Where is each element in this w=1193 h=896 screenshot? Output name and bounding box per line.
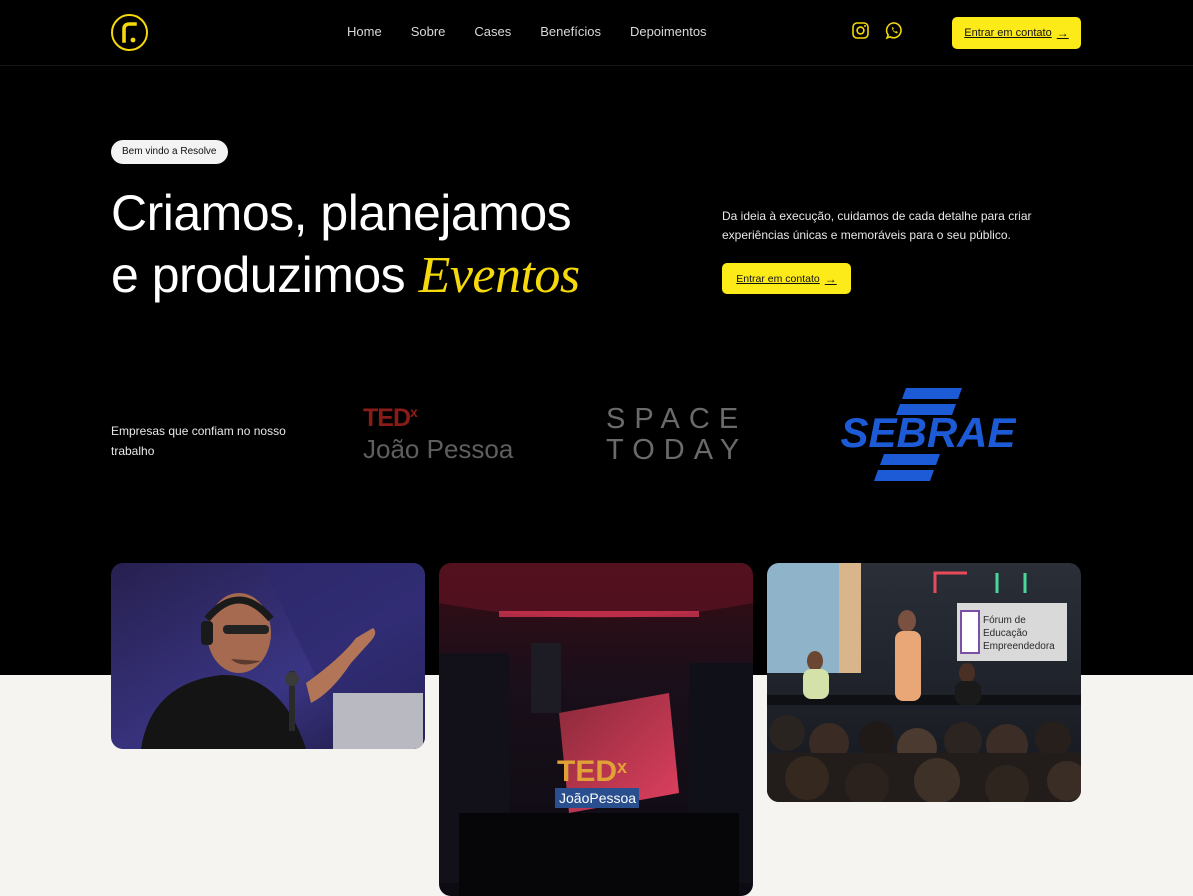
tedx-wordmark: TEDx <box>363 404 418 432</box>
nav-depoimentos[interactable]: Depoimentos <box>630 24 707 39</box>
header-contact-label: Entrar em contato <box>964 27 1052 39</box>
social-links <box>851 21 904 40</box>
arrow-right-icon: → <box>824 271 837 286</box>
hero-title: Criamos, planejamos e produzimos Eventos <box>111 182 580 307</box>
photo-forum-panel: Fórum de Educação Empreendedora <box>767 563 1081 802</box>
site-header: Home Sobre Cases Benefícios Depoimentos <box>0 0 1193 66</box>
stage-sign-city: JoãoPessoa <box>559 790 636 806</box>
welcome-badge: Bem vindo a Resolve <box>111 140 228 164</box>
hero-description: Da ideia à execução, cuidamos de cada de… <box>722 209 1032 242</box>
landing-page: Home Sobre Cases Benefícios Depoimentos <box>0 0 1193 896</box>
nav-sobre[interactable]: Sobre <box>411 24 446 39</box>
forum-banner-line1: Fórum de <box>983 615 1026 626</box>
hero-title-line2: e produzimos <box>111 247 406 303</box>
clients-label: Empresas que confiam no nosso trabalho <box>111 424 286 458</box>
tedx-city: João Pessoa <box>363 434 514 464</box>
tedx-joao-pessoa-logo: TEDx João Pessoa <box>363 404 533 466</box>
sebrae-logo: SEBRAE <box>840 386 1017 484</box>
nav-home[interactable]: Home <box>347 24 382 39</box>
main-nav: Home Sobre Cases Benefícios Depoimentos <box>347 24 736 39</box>
whatsapp-icon[interactable] <box>885 21 904 40</box>
arrow-right-icon: → <box>1056 26 1069 40</box>
header-contact-button[interactable]: Entrar em contato → <box>952 17 1081 49</box>
hero-contact-button[interactable]: Entrar em contato → <box>722 263 851 294</box>
space-today-line1: SPACE <box>606 403 748 435</box>
instagram-icon[interactable] <box>851 21 870 40</box>
svg-text:SEBRAE: SEBRAE <box>840 409 1016 456</box>
nav-beneficios[interactable]: Benefícios <box>540 24 601 39</box>
space-today-logo: SPACE TODAY <box>606 404 766 466</box>
hero-contact-label: Entrar em contato <box>736 272 820 285</box>
hero-title-accent: Eventos <box>418 247 581 304</box>
resolve-logo[interactable] <box>111 14 148 51</box>
space-today-line2: TODAY <box>606 434 749 466</box>
logo-mark-icon <box>122 22 137 43</box>
photo-tedx-stage: TEDx JoãoPessoa <box>439 563 753 896</box>
nav-cases[interactable]: Cases <box>474 24 511 39</box>
forum-banner-line3: Empreendedora <box>983 641 1055 652</box>
hero-title-line1: Criamos, planejamos <box>111 185 572 241</box>
forum-banner-line2: Educação <box>983 628 1028 639</box>
photo-podcast-host <box>111 563 425 749</box>
stage-sign-ted: TEDx <box>557 755 627 788</box>
